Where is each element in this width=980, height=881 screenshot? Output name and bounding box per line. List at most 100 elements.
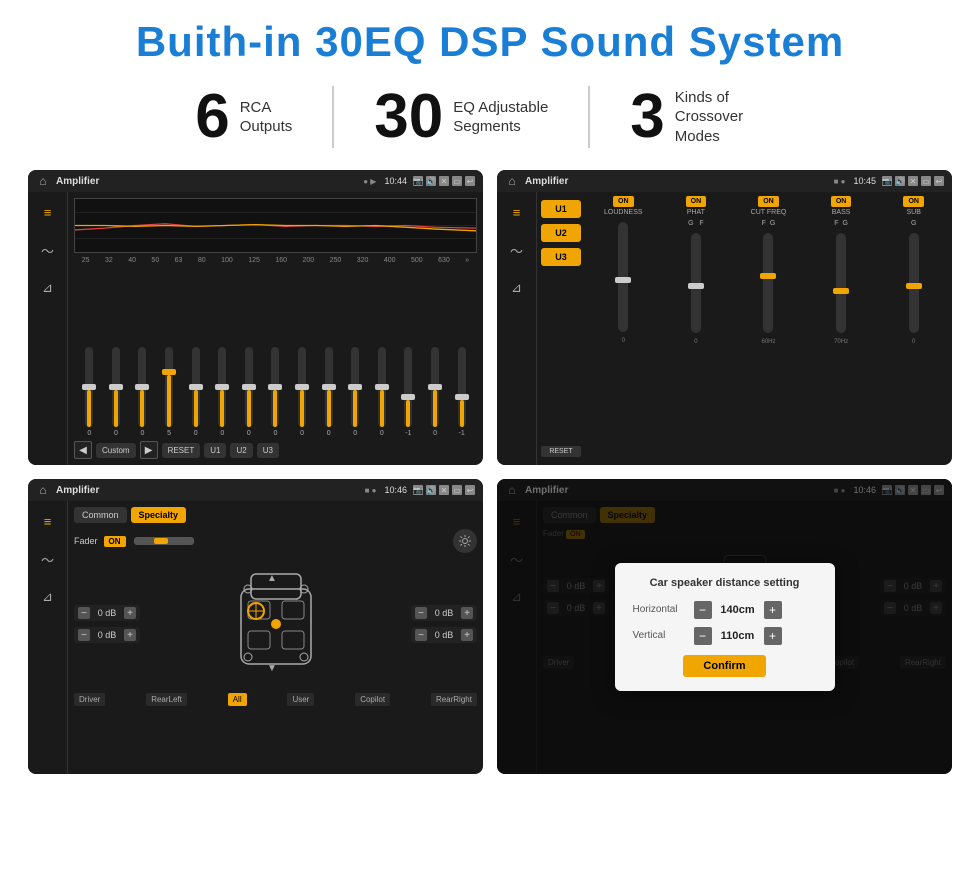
u1-crossover-btn[interactable]: U1: [541, 200, 581, 218]
sub-on[interactable]: ON: [903, 196, 924, 207]
back-icon-2[interactable]: ↩: [934, 176, 944, 186]
eq-slider-6[interactable]: 0: [245, 347, 253, 437]
vertical-label: Vertical: [633, 630, 688, 641]
u3-btn[interactable]: U3: [257, 443, 279, 458]
screens-grid: ⌂ Amplifier ● ▶ 10:44 📷 🔊 ✕ ▭ ↩ ≡ 〜 ⊿: [0, 162, 980, 784]
svg-text:▲: ▲: [267, 573, 277, 584]
home-icon-2[interactable]: ⌂: [505, 174, 519, 188]
sub-label: SUB: [906, 209, 920, 216]
volume-ctrl-icon-3[interactable]: ⊿: [36, 585, 60, 609]
db-plus-fl[interactable]: +: [124, 607, 136, 619]
settings-icon-3[interactable]: [453, 529, 477, 553]
tab-common[interactable]: Common: [74, 507, 127, 523]
cutfreq-label: CUT FREQ: [751, 209, 787, 216]
eq-slider-13[interactable]: 0: [431, 347, 439, 437]
phat-on[interactable]: ON: [686, 196, 707, 207]
volume-ctrl-icon[interactable]: ⊿: [36, 276, 60, 300]
user-label[interactable]: User: [287, 693, 314, 706]
eq-slider-12[interactable]: -1: [404, 347, 412, 437]
db-minus-fl[interactable]: −: [78, 607, 90, 619]
home-icon-1[interactable]: ⌂: [36, 174, 50, 188]
volume-ctrl-icon-2[interactable]: ⊿: [505, 276, 529, 300]
vertical-minus-btn[interactable]: −: [694, 627, 712, 645]
volume-icon-2: 🔊: [895, 176, 905, 186]
eq-slider-9[interactable]: 0: [325, 347, 333, 437]
cutfreq-slider[interactable]: [763, 233, 773, 333]
cutfreq-on[interactable]: ON: [758, 196, 779, 207]
prev-btn[interactable]: ◀: [74, 441, 92, 459]
u3-crossover-btn[interactable]: U3: [541, 248, 581, 266]
crossover-screen-content: ≡ 〜 ⊿ U1 U2 U3 RESET ON: [497, 192, 952, 465]
eq-slider-14[interactable]: -1: [458, 347, 466, 437]
crossover-inner: U1 U2 U3 RESET ON LOUDNESS: [537, 192, 952, 465]
db-minus-rl[interactable]: −: [78, 629, 90, 641]
u1-btn[interactable]: U1: [204, 443, 226, 458]
db-plus-fr[interactable]: +: [461, 607, 473, 619]
eq-icon-2[interactable]: ≡: [505, 200, 529, 224]
eq-slider-10[interactable]: 0: [351, 347, 359, 437]
eq-sliders: 0 0 0 5 0 0 0 0 0 0 0 0 -1 0 -1: [74, 268, 477, 437]
eq-slider-7[interactable]: 0: [271, 347, 279, 437]
db-control-fl: − 0 dB +: [74, 605, 140, 621]
eq-slider-2[interactable]: 0: [138, 347, 146, 437]
rearright-label[interactable]: RearRight: [431, 693, 477, 706]
back-icon-1[interactable]: ↩: [465, 176, 475, 186]
u2-crossover-btn[interactable]: U2: [541, 224, 581, 242]
bass-on[interactable]: ON: [831, 196, 852, 207]
eq-icon-3[interactable]: ≡: [36, 509, 60, 533]
u2-btn[interactable]: U2: [230, 443, 252, 458]
vertical-plus-btn[interactable]: +: [764, 627, 782, 645]
rearleft-label[interactable]: RearLeft: [146, 693, 187, 706]
status-bar-2: ⌂ Amplifier ■ ● 10:45 📷 🔊 ✕ ▭ ↩: [497, 170, 952, 192]
db-plus-rr[interactable]: +: [461, 629, 473, 641]
reset-btn[interactable]: RESET: [162, 443, 201, 458]
stats-row: 6 RCAOutputs 30 EQ AdjustableSegments 3 …: [0, 76, 980, 162]
sub-slider[interactable]: [909, 233, 919, 333]
wave-icon[interactable]: 〜: [36, 238, 60, 262]
eq-slider-5[interactable]: 0: [218, 347, 226, 437]
stat-crossover: 3 Kinds ofCrossover Modes: [590, 86, 824, 148]
home-icon-3[interactable]: ⌂: [36, 483, 50, 497]
tab-specialty[interactable]: Specialty: [131, 507, 187, 523]
wave-icon-3[interactable]: 〜: [36, 547, 60, 571]
reset-crossover-btn[interactable]: RESET: [541, 446, 581, 457]
eq-slider-11[interactable]: 0: [378, 347, 386, 437]
back-icon-3[interactable]: ↩: [465, 485, 475, 495]
copilot-label[interactable]: Copilot: [355, 693, 390, 706]
bass-slider[interactable]: [836, 233, 846, 333]
freq-label-4: 63: [175, 257, 183, 264]
db-value-fl: 0 dB: [93, 608, 121, 618]
driver-label[interactable]: Driver: [74, 693, 105, 706]
camera-icon-1: 📷: [413, 176, 423, 186]
db-plus-rl[interactable]: +: [124, 629, 136, 641]
fader-slider-row: [134, 537, 194, 545]
db-minus-rr[interactable]: −: [415, 629, 427, 641]
freq-label-5: 80: [198, 257, 206, 264]
stat-eq-label: EQ AdjustableSegments: [453, 98, 548, 137]
next-btn[interactable]: ▶: [140, 441, 158, 459]
db-minus-fr[interactable]: −: [415, 607, 427, 619]
eq-slider-8[interactable]: 0: [298, 347, 306, 437]
freq-label-0: 25: [82, 257, 90, 264]
phat-slider[interactable]: [691, 233, 701, 333]
all-label[interactable]: All: [228, 693, 247, 706]
loudness-label: LOUDNESS: [604, 209, 643, 216]
confirm-button[interactable]: Confirm: [683, 655, 765, 677]
wave-icon-2[interactable]: 〜: [505, 238, 529, 262]
stat-crossover-label: Kinds ofCrossover Modes: [675, 88, 785, 147]
custom-btn[interactable]: Custom: [96, 443, 136, 458]
fader-on-badge[interactable]: ON: [104, 536, 126, 547]
eq-slider-1[interactable]: 0: [112, 347, 120, 437]
freq-label-13: 500: [411, 257, 423, 264]
horizontal-minus-btn[interactable]: −: [694, 601, 712, 619]
eq-icon[interactable]: ≡: [36, 200, 60, 224]
horizontal-plus-btn[interactable]: +: [764, 601, 782, 619]
loudness-on[interactable]: ON: [613, 196, 634, 207]
loudness-slider[interactable]: [618, 222, 628, 332]
eq-slider-0[interactable]: 0: [85, 347, 93, 437]
screen-distance: ⌂ Amplifier ■ ● 10:46 📷 🔊 ✕ ▭ ↩ ≡ 〜 ⊿ Co…: [497, 479, 952, 774]
eq-slider-3[interactable]: 5: [165, 347, 173, 437]
eq-screen-content: ≡ 〜 ⊿: [28, 192, 483, 465]
eq-slider-4[interactable]: 0: [192, 347, 200, 437]
eq-graph-svg: [75, 199, 476, 252]
